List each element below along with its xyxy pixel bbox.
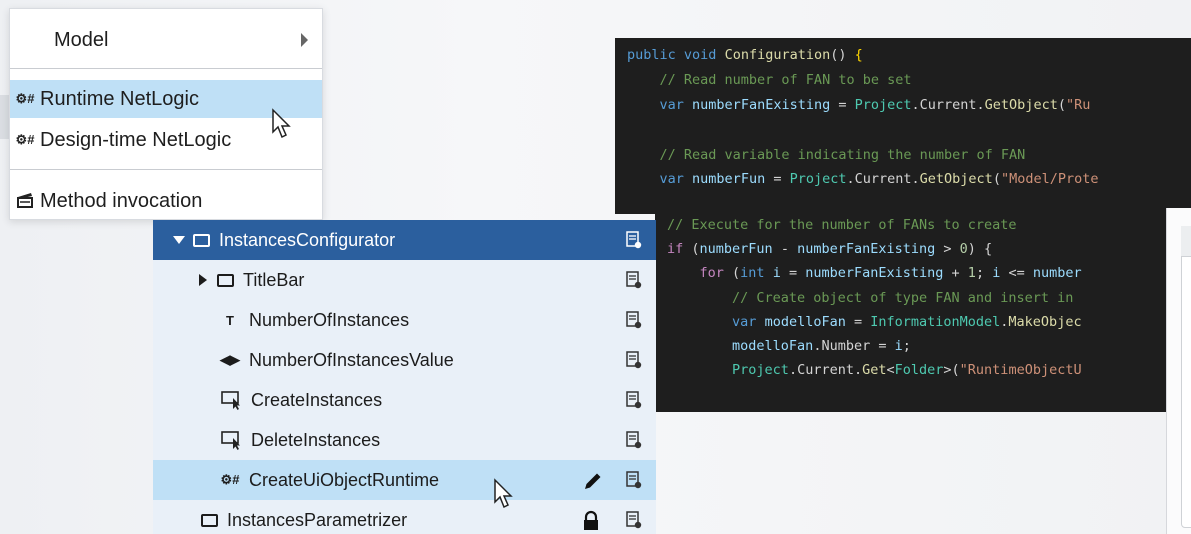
clapper-icon [10,191,40,212]
label-icon: T [226,312,234,328]
code-editor[interactable]: public void Configuration() { // Read nu… [615,38,1191,214]
side-panel [1166,208,1191,534]
panel-icon [201,513,218,527]
tree-row-deleteinstances[interactable]: DeleteInstances [153,420,656,460]
code-line: // Create object of type FAN and insert … [667,290,1074,306]
tree-row-instances-configurator[interactable]: InstancesConfigurator [153,220,656,260]
code-line: for (int i = numberFanExisting + 1; i <=… [699,265,1082,281]
code-line: // Read variable indicating the number o… [627,147,1026,163]
tree-row-label: InstancesParametrizer [227,509,408,530]
mouse-cursor-icon [494,478,513,509]
properties-icon[interactable] [626,471,642,489]
tree-row-numberofinstances[interactable]: T NumberOfInstances [153,300,656,340]
code-line: if (numberFun - numberFanExisting > 0) { [667,241,993,257]
expand-arrow-icon[interactable] [199,274,207,286]
menu-item-label: Method invocation [40,189,203,212]
code-line: modelloFan.Number = i; [732,338,911,354]
properties-icon[interactable] [626,311,642,329]
netlogic-icon: ⚙# [15,91,35,106]
button-icon [221,391,240,410]
code-line: // Execute for the number of FANs to cre… [667,217,1017,233]
code-line: public void Configuration() { [627,47,863,63]
menu-item-model[interactable]: Model [10,21,322,59]
properties-icon[interactable] [626,231,642,249]
menu-separator [10,169,322,170]
tree-row-label: NumberOfInstances [249,309,410,330]
tree-row-label: CreateUiObjectRuntime [249,469,440,490]
tree-row-label: InstancesConfigurator [219,229,396,250]
netlogic-icon: ⚙# [15,132,35,147]
project-tree: InstancesConfigurator TitleBar T NumberO… [153,220,656,534]
code-line: Project.Current.Get<Folder>("RuntimeObje… [732,362,1082,378]
properties-icon[interactable] [626,431,642,449]
code-editor-continued[interactable]: // Execute for the number of FANs to cre… [655,212,1166,412]
menu-item-label: Model [54,28,109,51]
code-line: // Read number of FAN to be set [627,72,912,88]
menu-item-method-invocation[interactable]: Method invocation [10,182,322,220]
tree-row-label: NumberOfInstancesValue [249,349,454,370]
properties-icon[interactable] [626,511,642,529]
submenu-arrow-icon [301,33,308,47]
tree-row-instancesparametrizer[interactable]: InstancesParametrizer [153,500,656,534]
expand-arrow-icon[interactable] [173,236,185,244]
code-line: var numberFun = Project.Current.GetObjec… [659,171,1099,187]
properties-icon[interactable] [626,271,642,289]
lock-icon [584,510,598,530]
tree-row-createuiobjectruntime[interactable]: ⚙# CreateUiObjectRuntime [153,460,656,500]
tree-row-label: TitleBar [243,269,305,290]
mouse-cursor-icon [272,108,291,139]
netlogic-icon: ⚙# [220,472,240,487]
code-line: var modelloFan = InformationModel.MakeOb… [732,314,1082,330]
tree-row-numberofinstancesvalue[interactable]: ◀▶ NumberOfInstancesValue [153,340,656,380]
button-icon [221,431,240,450]
menu-separator [10,68,322,69]
tree-row-label: DeleteInstances [251,429,381,450]
code-line: var numberFanExisting = Project.Current.… [659,97,1091,113]
tree-row-createinstances[interactable]: CreateInstances [153,380,656,420]
edit-pencil-icon[interactable] [582,470,604,492]
properties-icon[interactable] [626,351,642,369]
panel-icon [217,273,234,287]
tree-row-titlebar[interactable]: TitleBar [153,260,656,300]
spinbox-icon: ◀▶ [220,352,240,367]
panel-icon [193,233,210,247]
properties-icon[interactable] [626,391,642,409]
tree-row-label: CreateInstances [251,389,383,410]
